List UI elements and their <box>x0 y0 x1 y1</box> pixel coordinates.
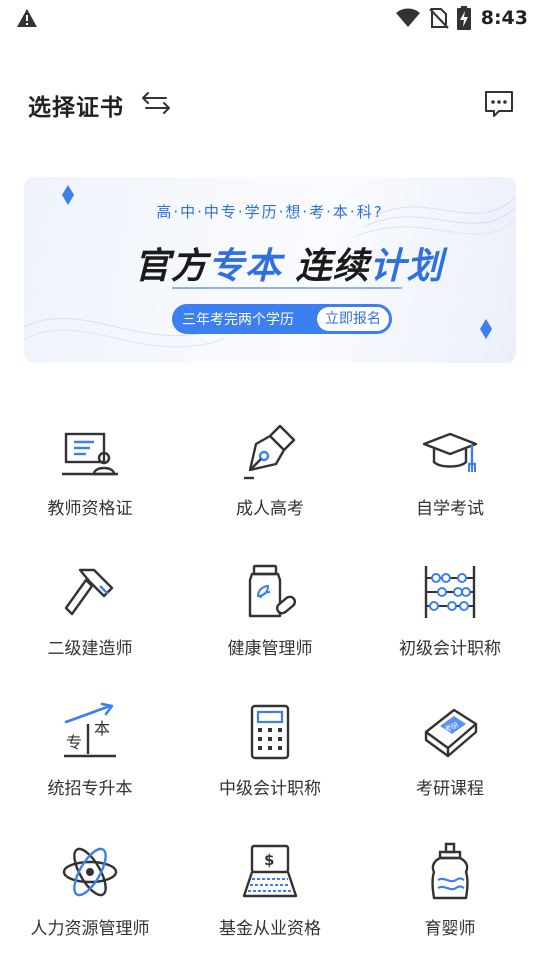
grid-item-childcare[interactable]: 育婴师 <box>360 836 540 960</box>
grid-item-label: 教师资格证 <box>47 499 133 519</box>
grid-item-hr-manager[interactable]: 人力资源管理师 <box>0 836 180 960</box>
upgrade-arrow-icon: 专 本 <box>64 702 116 758</box>
grid-item-label: 初级会计职称 <box>399 639 501 659</box>
svg-text:本: 本 <box>94 719 110 738</box>
atom-icon <box>62 847 118 897</box>
banner-pill[interactable]: 三年考完两个学历 立即报名 <box>172 304 392 334</box>
grid-item-intermediate-accountant[interactable]: 中级会计职称 <box>180 696 360 836</box>
medicine-bottle-icon <box>248 564 297 618</box>
baby-bottle-icon <box>431 842 469 900</box>
graduation-cap-icon <box>422 432 478 472</box>
page-title[interactable]: 选择证书 <box>28 88 124 122</box>
banner-headline-part2: 专本 <box>208 246 283 287</box>
grid-item-adult-exam[interactable]: 成人高考 <box>180 416 360 556</box>
grid-item-fund-qualification[interactable]: $ 基金从业资格 <box>180 836 360 960</box>
svg-text:$: $ <box>264 851 274 869</box>
banner-subtitle: 高·中·中专·学历·想·考·本·科? <box>156 203 384 221</box>
book-icon: 考研 <box>424 708 478 758</box>
laptop-dollar-icon: $ <box>242 844 298 898</box>
banner-headline-part1: 官方 <box>134 246 209 287</box>
warning-icon <box>17 9 37 27</box>
teacher-board-icon <box>62 432 118 476</box>
grid-item-teacher-cert[interactable]: 教师资格证 <box>0 416 180 556</box>
grid-item-label: 人力资源管理师 <box>30 919 150 939</box>
grid-item-label: 育婴师 <box>424 919 476 939</box>
status-right: 8:43 <box>395 6 528 30</box>
banner-headline-part4: 计划 <box>369 246 444 287</box>
pen-nib-icon <box>244 424 296 480</box>
banner-divider <box>172 287 402 289</box>
grid-item-label: 考研课程 <box>416 779 484 799</box>
swap-arrows-icon[interactable] <box>140 90 172 116</box>
grid-item-label: 统招专升本 <box>47 779 133 799</box>
grid-item-label: 中级会计职称 <box>219 779 321 799</box>
grid-item-postgrad-course[interactable]: 考研 考研课程 <box>360 696 540 836</box>
grid-item-junior-accountant[interactable]: 初级会计职称 <box>360 556 540 696</box>
abacus-icon <box>424 566 476 618</box>
wifi-icon <box>395 8 420 27</box>
banner-headline-part3: 连续 <box>282 246 370 287</box>
grid-item-label: 基金从业资格 <box>219 919 321 939</box>
status-bar: 8:43 <box>0 0 540 36</box>
banner-headline: 官方专本 连续计划 <box>134 237 443 287</box>
promo-banner[interactable]: 高·中·中专·学历·想·考·本·科? 官方专本 连续计划 三年考完两个学历 立即… <box>24 177 516 363</box>
grid-item-health-manager[interactable]: 健康管理师 <box>180 556 360 696</box>
grid-item-label: 成人高考 <box>236 499 304 519</box>
grid-item-label: 健康管理师 <box>227 639 313 659</box>
header: 选择证书 <box>0 82 540 126</box>
hammer-icon <box>64 568 114 616</box>
calculator-icon <box>250 704 290 760</box>
register-now-button[interactable]: 立即报名 <box>317 307 389 331</box>
status-time: 8:43 <box>480 7 528 29</box>
battery-charging-icon <box>456 6 471 30</box>
no-sim-icon <box>429 8 449 29</box>
grid-item-label: 自学考试 <box>416 499 484 519</box>
grid-item-college-upgrade[interactable]: 专 本 统招专升本 <box>0 696 180 836</box>
grid-item-label: 二级建造师 <box>47 639 133 659</box>
chat-bubble-icon[interactable] <box>483 89 515 119</box>
grid-item-constructor[interactable]: 二级建造师 <box>0 556 180 696</box>
banner-pill-text: 三年考完两个学历 <box>182 312 294 328</box>
svg-text:专: 专 <box>66 733 82 752</box>
grid-item-self-study[interactable]: 自学考试 <box>360 416 540 556</box>
